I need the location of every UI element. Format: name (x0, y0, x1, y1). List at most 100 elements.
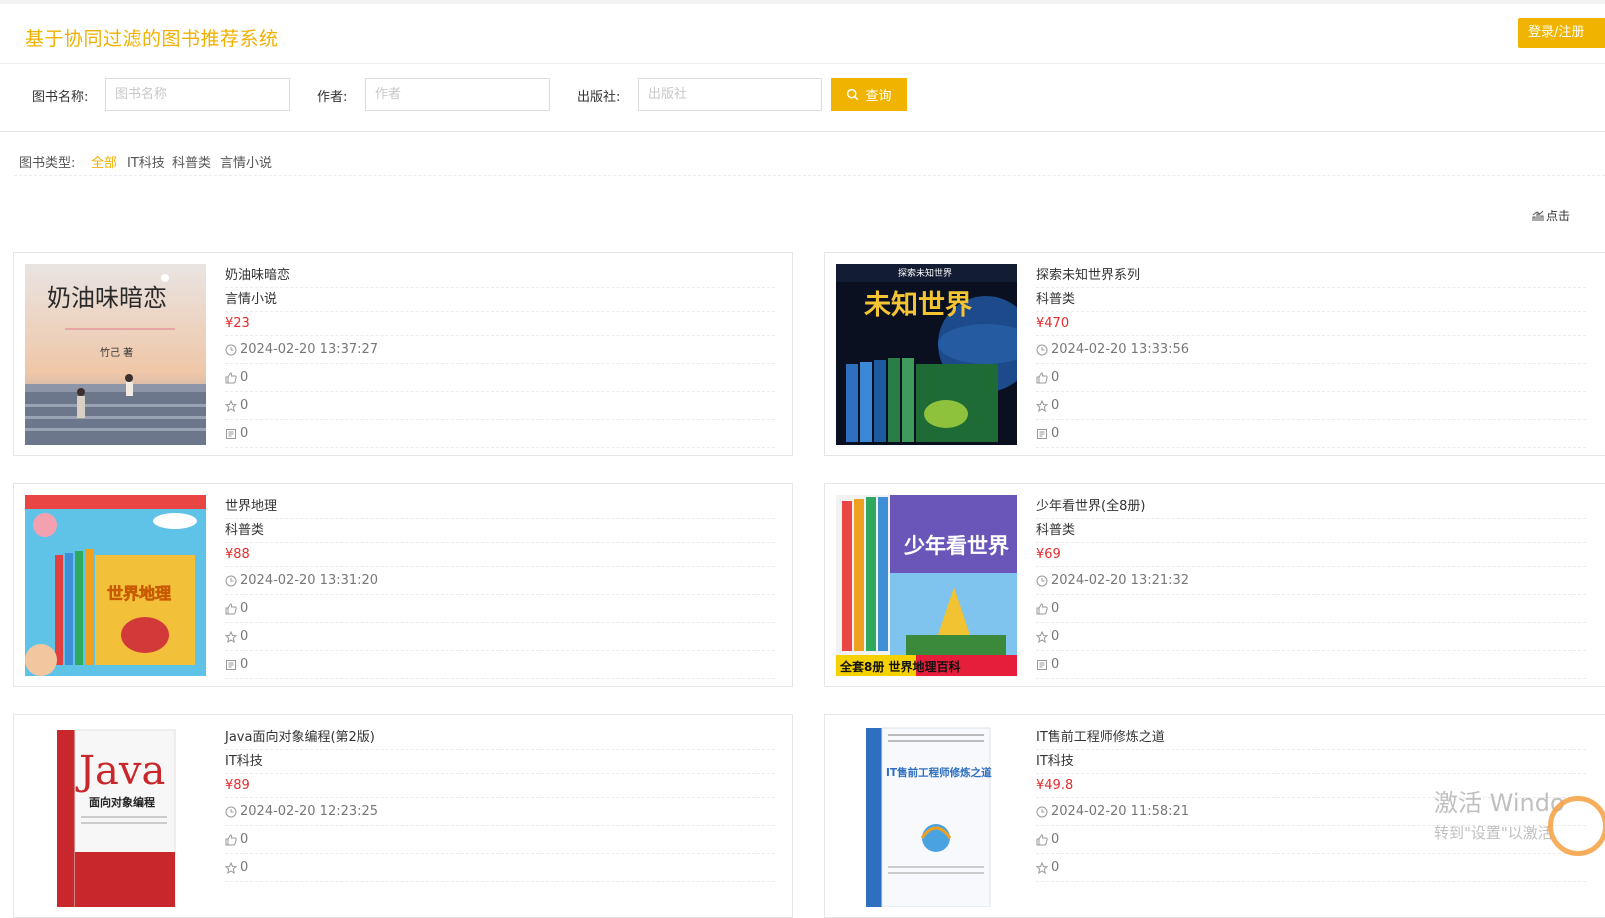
floating-assistant-icon[interactable] (1548, 796, 1605, 856)
book-favorites: 0 (240, 629, 249, 644)
book-likes-row[interactable]: 0 (225, 364, 775, 392)
book-comments-row[interactable]: 0 (1036, 651, 1586, 679)
hot-ranking-link[interactable]: 点击 (1532, 207, 1570, 224)
book-category: IT科技 (225, 750, 775, 774)
book-favorites-row[interactable]: 0 (225, 623, 775, 651)
type-all[interactable]: 全部 (91, 152, 117, 171)
star-icon (225, 861, 237, 874)
book-category: 科普类 (225, 519, 775, 543)
book-price: ¥23 (225, 312, 775, 336)
star-icon (225, 399, 237, 412)
comment-icon (1037, 659, 1047, 670)
cover-title: 少年看世界 (903, 534, 1009, 558)
book-time: 2024-02-20 11:58:21 (1051, 804, 1190, 819)
watermark-line-1: 激活 Windo (1434, 789, 1565, 817)
book-time-row: 2024-02-20 12:23:25 (225, 798, 775, 826)
star-icon (1036, 861, 1048, 874)
cover-subtitle: 探索未知世界 (898, 267, 952, 279)
book-price: ¥89 (225, 774, 775, 798)
book-cover[interactable]: Java 面向对象编程 (25, 726, 206, 907)
book-title[interactable]: 少年看世界(全8册) (1036, 495, 1586, 519)
book-favorites-row[interactable]: 0 (1036, 392, 1586, 420)
book-cover[interactable]: 奶油味暗恋 竹己 著 (25, 264, 206, 445)
comment-icon (1037, 428, 1047, 439)
windows-activation-watermark: 激活 Windo 转到"设置"以激活 (1434, 783, 1565, 843)
thumbs-up-icon (225, 602, 237, 614)
book-time: 2024-02-20 13:37:27 (240, 342, 379, 357)
book-favorites: 0 (1051, 860, 1060, 875)
book-title[interactable]: Java面向对象编程(第2版) (225, 726, 775, 750)
book-time-row: 2024-02-20 13:33:56 (1036, 336, 1586, 364)
book-title[interactable]: 探索未知世界系列 (1036, 264, 1586, 288)
star-icon (1036, 630, 1048, 643)
book-title[interactable]: 世界地理 (225, 495, 775, 519)
book-time-row: 2024-02-20 13:21:32 (1036, 567, 1586, 595)
book-favorites: 0 (1051, 398, 1060, 413)
book-info: 探索未知世界系列 科普类 ¥470 2024-02-20 13:33:56 0 … (1036, 264, 1586, 448)
book-likes-row[interactable]: 0 (225, 826, 775, 854)
book-card[interactable]: 探索未知世界 未知世界 探索未知世界系列 科普类 ¥470 2024-02-20… (824, 252, 1605, 456)
book-comments-row[interactable]: 0 (225, 420, 775, 448)
publisher-label: 出版社: (577, 90, 621, 105)
search-icon (847, 88, 859, 101)
publisher-input[interactable] (638, 78, 822, 111)
book-title[interactable]: 奶油味暗恋 (225, 264, 775, 288)
thumbs-up-icon (1036, 833, 1048, 845)
star-icon (1036, 399, 1048, 412)
book-name-input[interactable] (105, 78, 290, 111)
type-it[interactable]: IT科技 (127, 152, 165, 171)
book-likes: 0 (240, 370, 249, 385)
book-cover[interactable]: 少年看世界 全套8册 世界地理百科 (836, 495, 1017, 676)
book-favorites-row[interactable]: 0 (1036, 854, 1586, 882)
book-info: Java面向对象编程(第2版) IT科技 ¥89 2024-02-20 12:2… (225, 726, 775, 882)
book-price: ¥88 (225, 543, 775, 567)
book-cover[interactable]: 世界地理 (25, 495, 206, 676)
book-likes: 0 (1051, 370, 1060, 385)
cover-title: 未知世界 (864, 290, 972, 321)
login-register-button[interactable]: 登录/注册 (1518, 18, 1605, 48)
book-favorites-row[interactable]: 0 (225, 854, 775, 882)
book-card[interactable]: 少年看世界 全套8册 世界地理百科 少年看世界(全8册) 科普类 ¥69 202… (824, 483, 1605, 687)
cover-author: 竹己 著 (100, 346, 133, 359)
book-comments: 0 (1051, 657, 1060, 672)
book-cover[interactable]: IT售前工程师修炼之道 (836, 726, 1017, 907)
book-likes: 0 (240, 832, 249, 847)
book-type-label: 图书类型: (19, 156, 76, 171)
cover-title: Java (75, 748, 165, 794)
book-likes-row[interactable]: 0 (1036, 364, 1586, 392)
book-likes-row[interactable]: 0 (225, 595, 775, 623)
book-comments: 0 (240, 657, 249, 672)
book-time-row: 2024-02-20 13:37:27 (225, 336, 775, 364)
book-category: IT科技 (1036, 750, 1586, 774)
book-time: 2024-02-20 13:31:20 (240, 573, 379, 588)
site-title[interactable]: 基于协同过滤的图书推荐系统 (25, 24, 279, 51)
cover-title: 世界地理 (107, 584, 171, 603)
book-comments-row[interactable]: 0 (1036, 420, 1586, 448)
book-time-row: 2024-02-20 13:31:20 (225, 567, 775, 595)
book-likes-row[interactable]: 0 (1036, 595, 1586, 623)
thumbs-up-icon (225, 371, 237, 383)
book-favorites-row[interactable]: 0 (1036, 623, 1586, 651)
clock-icon (1036, 344, 1048, 355)
top-navbar: 基于协同过滤的图书推荐系统 登录/注册 (0, 0, 1605, 64)
book-title[interactable]: IT售前工程师修炼之道 (1036, 726, 1586, 750)
book-time: 2024-02-20 12:23:25 (240, 804, 379, 819)
book-card[interactable]: 世界地理 世界地理 科普类 ¥88 2024-02-20 13:31:20 0 … (13, 483, 793, 687)
book-cover[interactable]: 探索未知世界 未知世界 (836, 264, 1017, 445)
query-button[interactable]: 查询 (831, 78, 907, 111)
book-favorites-row[interactable]: 0 (225, 392, 775, 420)
book-price: ¥69 (1036, 543, 1586, 567)
thumbs-up-icon (1036, 602, 1048, 614)
book-card[interactable]: Java 面向对象编程 Java面向对象编程(第2版) IT科技 ¥89 202… (13, 714, 793, 918)
book-likes: 0 (1051, 601, 1060, 616)
cover-subtitle: 全套8册 世界地理百科 (839, 659, 961, 674)
book-time: 2024-02-20 13:33:56 (1051, 342, 1190, 357)
book-card[interactable]: 奶油味暗恋 竹己 著 奶油味暗恋 言情小说 ¥23 2024-02-20 13:… (13, 252, 793, 456)
book-info: 少年看世界(全8册) 科普类 ¥69 2024-02-20 13:21:32 0… (1036, 495, 1586, 679)
book-category: 科普类 (1036, 288, 1586, 312)
book-comments-row[interactable]: 0 (225, 651, 775, 679)
type-romance[interactable]: 言情小说 (220, 152, 272, 171)
book-time: 2024-02-20 13:21:32 (1051, 573, 1190, 588)
type-science[interactable]: 科普类 (172, 152, 211, 171)
author-input[interactable] (365, 78, 550, 111)
